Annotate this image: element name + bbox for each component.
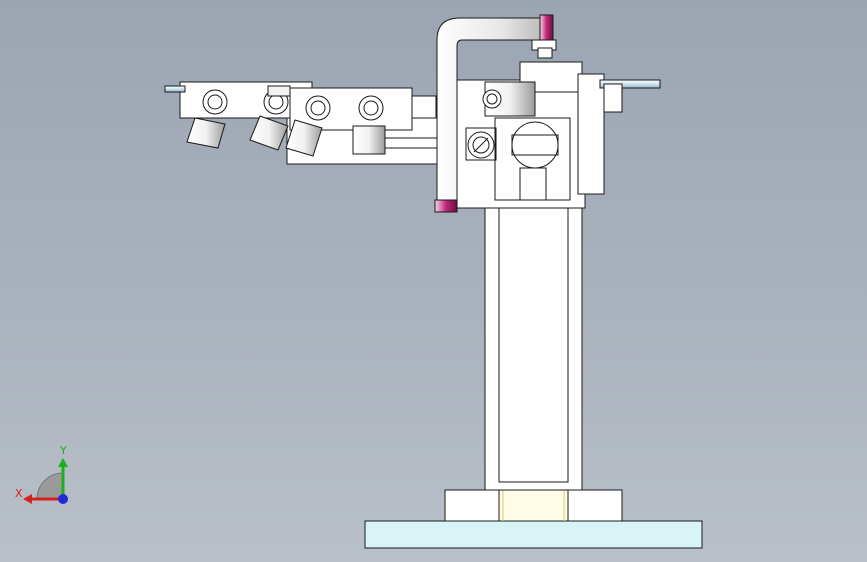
main-column[interactable] <box>484 199 583 491</box>
handle-grip-bottom[interactable] <box>434 199 458 213</box>
round-cam[interactable] <box>511 121 559 169</box>
arm-link[interactable] <box>411 95 437 119</box>
handle-grip-top[interactable] <box>539 14 554 43</box>
x-axis-arrow <box>23 494 32 504</box>
machine-assembly[interactable] <box>164 14 703 549</box>
housing-side-block[interactable] <box>577 73 605 195</box>
right-rod-collar[interactable] <box>603 83 623 113</box>
triad-plane <box>36 472 64 500</box>
pivot-nut[interactable] <box>537 47 553 59</box>
arm-connector[interactable] <box>267 85 291 97</box>
base-plate[interactable] <box>364 520 703 549</box>
x-axis-label: X <box>15 487 23 500</box>
y-axis-arrow <box>58 458 68 467</box>
front-cylinder-end[interactable] <box>482 89 502 109</box>
z-axis-dot <box>58 494 68 504</box>
column-neck[interactable] <box>519 167 547 201</box>
y-axis-label: Y <box>59 444 67 457</box>
cad-viewport[interactable]: Y X <box>0 0 867 562</box>
axis-triad: Y X <box>15 444 68 504</box>
left-rod[interactable] <box>164 85 186 93</box>
